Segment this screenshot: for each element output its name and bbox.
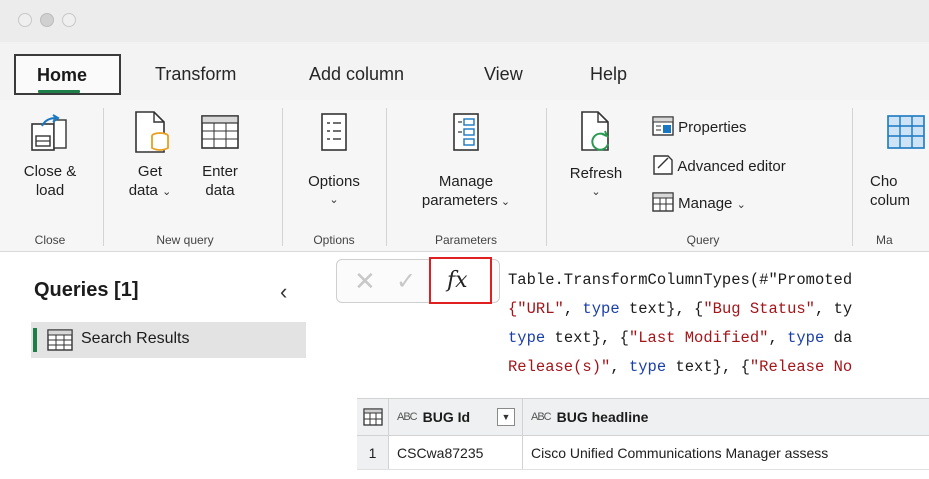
properties-label: Properties [678,119,747,136]
column-header-bug-headline[interactable]: ABC BUG headline [523,399,929,435]
collapse-pane-icon[interactable]: ‹ [280,279,287,305]
query-item-search-results[interactable]: Search Results [31,322,306,358]
group-label-parameters: Parameters [434,233,498,247]
formula-line: type text}, {"Last Modified", type da [508,329,853,347]
options-list-icon [321,113,347,151]
get-data-button[interactable]: Get data ⌄ [120,100,180,225]
cancel-formula-icon[interactable]: ✕ [354,266,376,297]
group-label-query: Query [686,233,720,247]
get-data-icon [135,111,169,153]
tab-home[interactable]: Home [14,54,121,95]
ribbon-tab-bar: Home Transform Add column View Help [0,42,929,100]
ribbon-home: Close & load Close Get data ⌄ Enter data… [0,100,929,252]
enter-data-label-1: Enter [202,163,238,180]
close-window-button[interactable] [18,13,32,27]
insert-function-button[interactable]: fx [429,257,492,304]
tab-home-label: Home [37,65,88,85]
enter-data-button[interactable]: Enter data [190,100,250,225]
tab-view[interactable]: View [484,64,523,85]
manage-button[interactable]: Manage ⌄ [652,192,746,215]
cell-bug-headline[interactable]: Cisco Unified Communications Manager ass… [523,436,929,469]
manage-parameters-label-1: Manage [438,173,494,190]
advanced-editor-icon [653,155,673,175]
grid-header: ABC BUG Id ▼ ABC BUG headline [357,398,929,436]
refresh-button[interactable]: Refresh ⌄ [558,100,634,225]
refresh-icon [581,111,609,151]
selected-query-indicator [33,328,37,352]
tab-help[interactable]: Help [590,64,627,85]
choose-columns-label-2: colum [870,192,911,209]
row-number[interactable]: 1 [357,436,389,469]
options-button[interactable]: Options ⌄ [296,100,372,225]
chevron-down-icon: ⌄ [591,186,601,198]
formula-line: Release(s)", type text}, {"Release No [508,358,853,376]
chevron-down-icon: ⌄ [329,194,339,206]
enter-data-label-2: data [205,182,235,199]
get-data-label-1: Get [137,163,163,180]
table-row[interactable]: 1 CSCwa87235 Cisco Unified Communication… [357,436,929,470]
formula-text[interactable]: Table.TransformColumnTypes(#"Promoted {"U… [508,266,852,382]
choose-columns-label-1: Cho [870,173,898,190]
group-label-options: Options [313,233,355,247]
formula-line: {"URL", type text}, {"Bug Status", ty [508,300,853,318]
manage-label: Manage [678,195,733,212]
fx-icon: fx [447,268,468,293]
filter-dropdown-icon[interactable]: ▼ [497,408,515,426]
commit-formula-icon[interactable]: ✓ [396,267,416,296]
query-item-label: Search Results [81,330,190,347]
table-icon [47,329,73,351]
columns-icon [887,115,925,149]
get-data-label-2: data [128,182,158,199]
close-and-load-icon [31,114,67,151]
active-tab-indicator [38,90,80,93]
close-and-load-label-1: Close & [23,163,77,180]
text-type-icon[interactable]: ABC [531,411,552,423]
group-label-close: Close [34,233,66,247]
column-header-bug-id[interactable]: ABC BUG Id ▼ [389,399,523,435]
cell-bug-id[interactable]: CSCwa87235 [389,436,523,469]
table-icon [362,408,383,426]
properties-button[interactable]: Properties [652,116,747,137]
tab-transform[interactable]: Transform [155,64,236,85]
refresh-label: Refresh [569,165,623,182]
minimize-window-button[interactable] [40,13,54,27]
table-icon [652,192,674,212]
close-and-load-label-2: load [35,182,65,199]
options-label: Options [308,173,360,190]
close-and-load-button[interactable]: Close & load [12,100,88,225]
tab-add-column[interactable]: Add column [309,64,404,85]
column-header-label: BUG headline [556,409,649,425]
properties-icon [652,116,674,136]
chevron-down-icon: ⌄ [736,199,746,211]
divider [386,108,387,246]
divider [103,108,104,246]
window-title-bar [0,0,929,42]
chevron-down-icon: ⌄ [497,196,511,208]
zoom-window-button[interactable] [62,13,76,27]
formula-line: Table.TransformColumnTypes(#"Promoted [508,271,853,289]
parameters-icon [453,113,479,151]
select-all-table-icon[interactable] [357,399,389,435]
manage-parameters-button[interactable]: Manage parameters ⌄ [404,100,528,225]
table-icon [201,115,239,149]
column-header-label: BUG Id [422,409,471,425]
divider [546,108,547,246]
queries-pane-title: Queries [1] [34,279,139,301]
group-label-new-query: New query [156,233,214,247]
chevron-down-icon: ⌄ [162,186,172,198]
divider [282,108,283,246]
advanced-editor-button[interactable]: Advanced editor [652,154,786,176]
choose-columns-button[interactable]: Cho colum [866,100,929,225]
group-label-manage-columns: Ma [876,233,893,247]
advanced-editor-label: Advanced editor [677,158,786,175]
manage-parameters-label-2: parameters [421,192,498,209]
text-type-icon[interactable]: ABC [397,411,418,423]
divider [852,108,853,246]
